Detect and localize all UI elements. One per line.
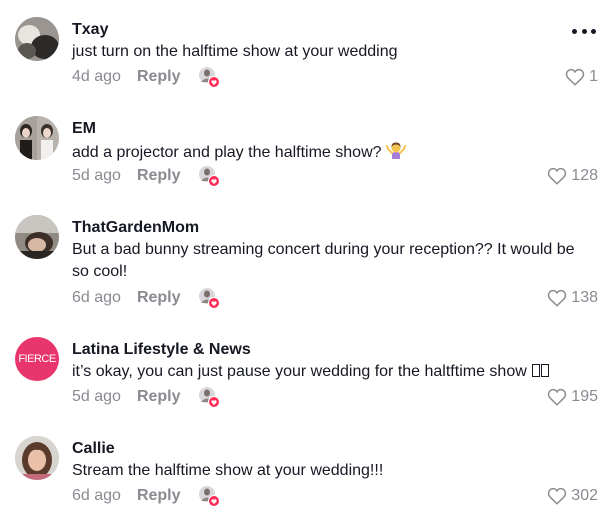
comment-meta: 6d ago Reply <box>72 287 220 309</box>
comment-text: But a bad bunny streaming concert during… <box>72 241 575 280</box>
comment-username[interactable]: Txay <box>72 21 108 39</box>
creator-liked-avatar-icon <box>198 165 220 187</box>
comment-timestamp: 4d ago <box>72 68 121 85</box>
comment-timestamp: 5d ago <box>72 167 121 184</box>
reply-button[interactable]: Reply <box>137 388 181 406</box>
avatar[interactable] <box>15 116 59 160</box>
comment-item: ThatGardenMom But a bad bunny streaming … <box>0 200 616 320</box>
like-count: 302 <box>571 487 598 504</box>
heart-icon <box>548 487 567 505</box>
avatar[interactable] <box>15 436 59 480</box>
like-button[interactable]: 128 <box>547 165 598 187</box>
heart-icon <box>565 68 585 86</box>
comment-item: EM add a projector and play the halftime… <box>0 100 616 200</box>
comment-text: it’s okay, you can just pause your weddi… <box>72 361 592 383</box>
heart-icon <box>548 167 567 185</box>
comment-username[interactable]: ThatGardenMom <box>72 219 199 237</box>
reply-button[interactable]: Reply <box>137 167 181 185</box>
comment-meta: 6d ago Reply <box>72 485 220 507</box>
reply-button[interactable]: Reply <box>137 487 181 505</box>
like-count: 128 <box>571 167 598 184</box>
avatar[interactable]: FIERCE <box>15 337 59 381</box>
heart-icon <box>548 289 567 307</box>
comment-text: add a projector and play the halftime sh… <box>72 140 592 167</box>
comment-username[interactable]: Callie <box>72 440 115 458</box>
like-button[interactable]: 1 <box>565 66 598 88</box>
like-count: 1 <box>589 68 598 85</box>
unrendered-glyph-icon <box>531 363 550 380</box>
comment-item: FIERCE Latina Lifestyle & News it’s okay… <box>0 320 616 420</box>
reply-button[interactable]: Reply <box>137 289 181 307</box>
like-count: 195 <box>571 388 598 405</box>
like-button[interactable]: 138 <box>547 287 598 309</box>
comment-item: Txay just turn on the halftime show at y… <box>0 0 616 100</box>
comment-username[interactable]: EM <box>72 120 96 138</box>
reply-button[interactable]: Reply <box>137 68 181 86</box>
comment-timestamp: 5d ago <box>72 388 121 405</box>
creator-liked-avatar-icon <box>198 485 220 507</box>
comment-timestamp: 6d ago <box>72 289 121 306</box>
like-button[interactable]: 195 <box>547 386 598 408</box>
like-button[interactable]: 302 <box>547 485 598 507</box>
avatar[interactable] <box>15 215 59 259</box>
creator-liked-avatar-icon <box>198 386 220 408</box>
avatar-brand-text: FIERCE <box>18 353 56 365</box>
avatar[interactable] <box>15 17 59 61</box>
creator-liked-avatar-icon <box>198 66 220 88</box>
comment-text: just turn on the halftime show at your w… <box>72 43 398 60</box>
comment-meta: 5d ago Reply <box>72 165 220 187</box>
heart-icon <box>548 388 567 406</box>
more-options-icon[interactable] <box>572 22 596 40</box>
comment-text: Stream the halftime show at your wedding… <box>72 462 384 479</box>
shrug-person-emoji-icon <box>385 140 406 167</box>
comment-meta: 4d ago Reply <box>72 66 220 88</box>
like-count: 138 <box>571 289 598 306</box>
comment-meta: 5d ago Reply <box>72 386 220 408</box>
comment-text-content: it’s okay, you can just pause your weddi… <box>72 363 527 380</box>
comment-item: Callie Stream the halftime show at your … <box>0 420 616 526</box>
comment-username[interactable]: Latina Lifestyle & News <box>72 341 251 359</box>
comment-text-content: add a projector and play the halftime sh… <box>72 144 382 161</box>
comment-timestamp: 6d ago <box>72 487 121 504</box>
creator-liked-avatar-icon <box>198 287 220 309</box>
